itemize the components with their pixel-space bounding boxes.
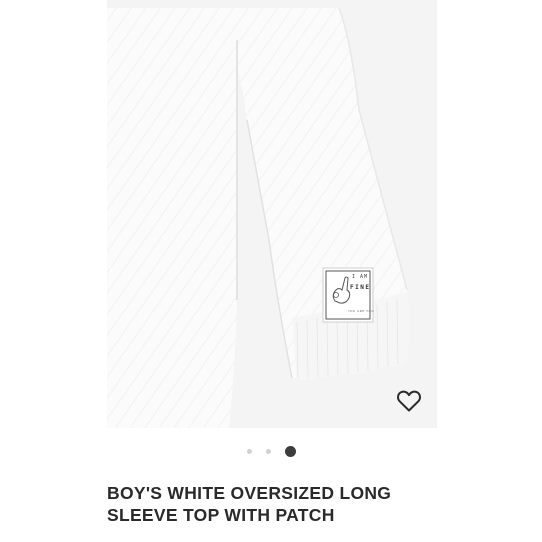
- product-title: BOY'S WHITE OVERSIZED LONG SLEEVE TOP WI…: [107, 482, 447, 526]
- garment-body: [107, 8, 237, 428]
- carousel-dot-2[interactable]: [265, 448, 271, 454]
- carousel-indicator: [0, 444, 542, 458]
- patch-text-line1: I AM: [352, 274, 369, 280]
- product-photo: [107, 7, 409, 428]
- favorite-button[interactable]: [396, 389, 422, 413]
- product-title-line1: BOY'S WHITE OVERSIZED LONG: [107, 483, 392, 503]
- heart-outline-icon: [397, 390, 421, 412]
- product-title-line2: SLEEVE TOP WITH PATCH: [107, 505, 335, 525]
- patch-text-line3: YOU ARE TOO: [348, 309, 375, 313]
- carousel-dot-3-active[interactable]: [284, 445, 296, 457]
- patch-text-line2: FINE: [350, 284, 371, 291]
- product-image[interactable]: I AM FINE YOU ARE TOO: [107, 0, 437, 428]
- carousel-dot-1[interactable]: [246, 448, 252, 454]
